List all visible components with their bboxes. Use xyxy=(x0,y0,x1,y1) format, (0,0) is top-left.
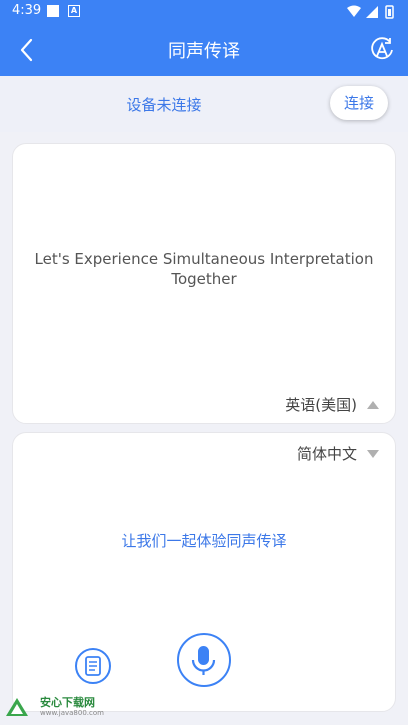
microphone-button[interactable] xyxy=(177,633,231,687)
status-time: 4:39 xyxy=(12,3,42,18)
source-language-selector[interactable]: 英语(美国) xyxy=(285,394,379,415)
source-text: Let's Experience Simultaneous Interpreta… xyxy=(34,250,374,288)
triangle-up-icon xyxy=(367,400,379,409)
connect-button[interactable]: 连接 xyxy=(330,86,388,120)
target-language-label: 简体中文 xyxy=(296,445,357,463)
title-bar: 同声传译 xyxy=(0,24,408,76)
notification-a-icon: A xyxy=(68,5,80,17)
watermark-url: www.java800.com xyxy=(40,709,104,717)
page-title: 同声传译 xyxy=(168,41,240,62)
watermark-logo-icon xyxy=(6,698,28,716)
microphone-icon xyxy=(191,646,216,675)
notes-button[interactable] xyxy=(75,648,111,684)
watermark-name: 安心下载网 xyxy=(40,696,95,709)
watermark: 安心下载网 www.java800.com xyxy=(2,693,112,721)
wifi-icon xyxy=(347,5,361,17)
target-language-selector[interactable]: 简体中文 xyxy=(297,443,379,464)
signal-icon xyxy=(366,6,378,18)
language-switch-icon[interactable] xyxy=(368,36,396,64)
status-icons xyxy=(347,5,394,19)
source-language-label: 英语(美国) xyxy=(285,396,357,414)
connection-status: 设备未连接 xyxy=(126,96,202,114)
notification-icon xyxy=(47,5,59,17)
source-panel: Let's Experience Simultaneous Interpreta… xyxy=(12,143,396,424)
triangle-down-icon xyxy=(367,449,379,458)
document-icon xyxy=(85,656,101,676)
status-bar: 4:39 A xyxy=(0,0,408,24)
target-text: 让我们一起体验同声传译 xyxy=(121,532,287,550)
target-panel: 简体中文 让我们一起体验同声传译 xyxy=(12,432,396,712)
